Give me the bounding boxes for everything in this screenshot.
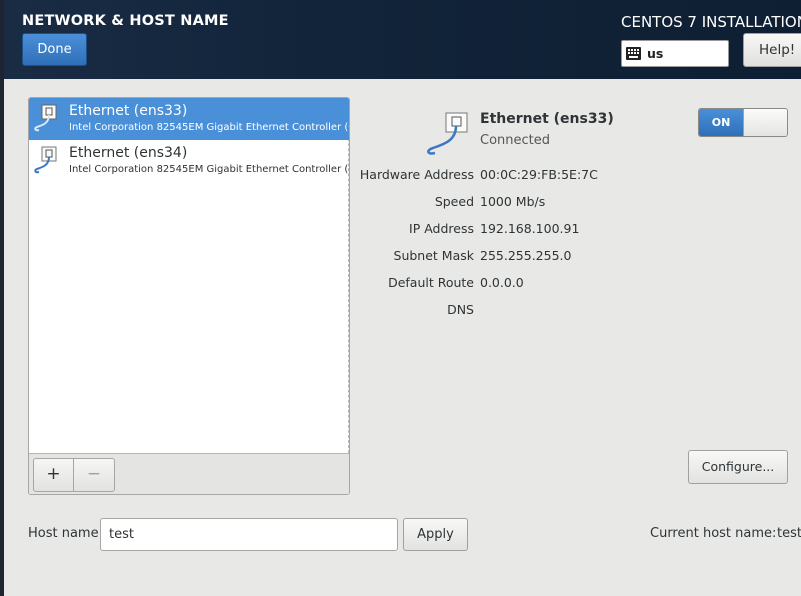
dns-label: DNS [447,302,474,317]
configure-button[interactable]: Configure... [688,450,788,484]
device-description: Intel Corporation 82545EM Gigabit Ethern… [69,164,349,175]
device-name: Ethernet (ens33) [69,103,188,119]
keyboard-layout-indicator[interactable]: us [621,40,729,67]
toggle-knob [743,109,787,136]
device-name: Ethernet (ens34) [69,145,188,161]
selected-device-name: Ethernet (ens33) [480,111,614,127]
device-list-toolbar: + − [29,453,349,494]
header-bar: NETWORK & HOST NAME Done CENTOS 7 INSTAL… [4,0,801,79]
ip-address-label: IP Address [409,221,474,236]
device-description: Intel Corporation 82545EM Gigabit Ethern… [69,122,349,133]
add-device-button[interactable]: + [33,458,74,492]
current-hostname-value: test [777,526,801,541]
subnet-mask-value: 255.255.255.0 [480,248,572,263]
hardware-address-value: 00:0C:29:FB:5E:7C [480,167,598,182]
remove-device-button[interactable]: − [74,458,115,492]
ethernet-cable-icon [427,112,468,155]
default-route-label: Default Route [388,275,474,290]
done-button[interactable]: Done [22,33,87,66]
connection-status: Connected [480,133,551,148]
device-row-ens33[interactable]: Ethernet (ens33) Intel Corporation 82545… [29,98,349,140]
hardware-address-label: Hardware Address [359,167,474,182]
speed-label: Speed [434,194,474,209]
device-list: Ethernet (ens33) Intel Corporation 82545… [29,98,349,453]
installation-title: CENTOS 7 INSTALLATION [621,13,801,31]
subnet-mask-label: Subnet Mask [393,248,474,263]
ethernet-cable-icon [34,104,57,132]
device-power-toggle[interactable]: ON [698,108,788,137]
keyboard-layout-label: us [647,46,664,61]
current-hostname-label: Current host name: [650,526,777,541]
device-list-panel: Ethernet (ens33) Intel Corporation 82545… [28,97,350,495]
apply-button[interactable]: Apply [403,518,468,551]
ip-address-value: 192.168.100.91 [480,221,580,236]
default-route-value: 0.0.0.0 [480,275,524,290]
device-row-ens34[interactable]: Ethernet (ens34) Intel Corporation 82545… [29,140,349,182]
hostname-label: Host name: [28,526,103,541]
hostname-input[interactable] [100,518,398,551]
toggle-on-label: ON [699,109,743,136]
speed-value: 1000 Mb/s [480,194,546,209]
help-button[interactable]: Help! [743,33,801,67]
keyboard-icon [626,47,641,60]
ethernet-cable-icon [34,146,57,174]
page-title: NETWORK & HOST NAME [22,13,229,29]
window-edge [0,0,4,596]
